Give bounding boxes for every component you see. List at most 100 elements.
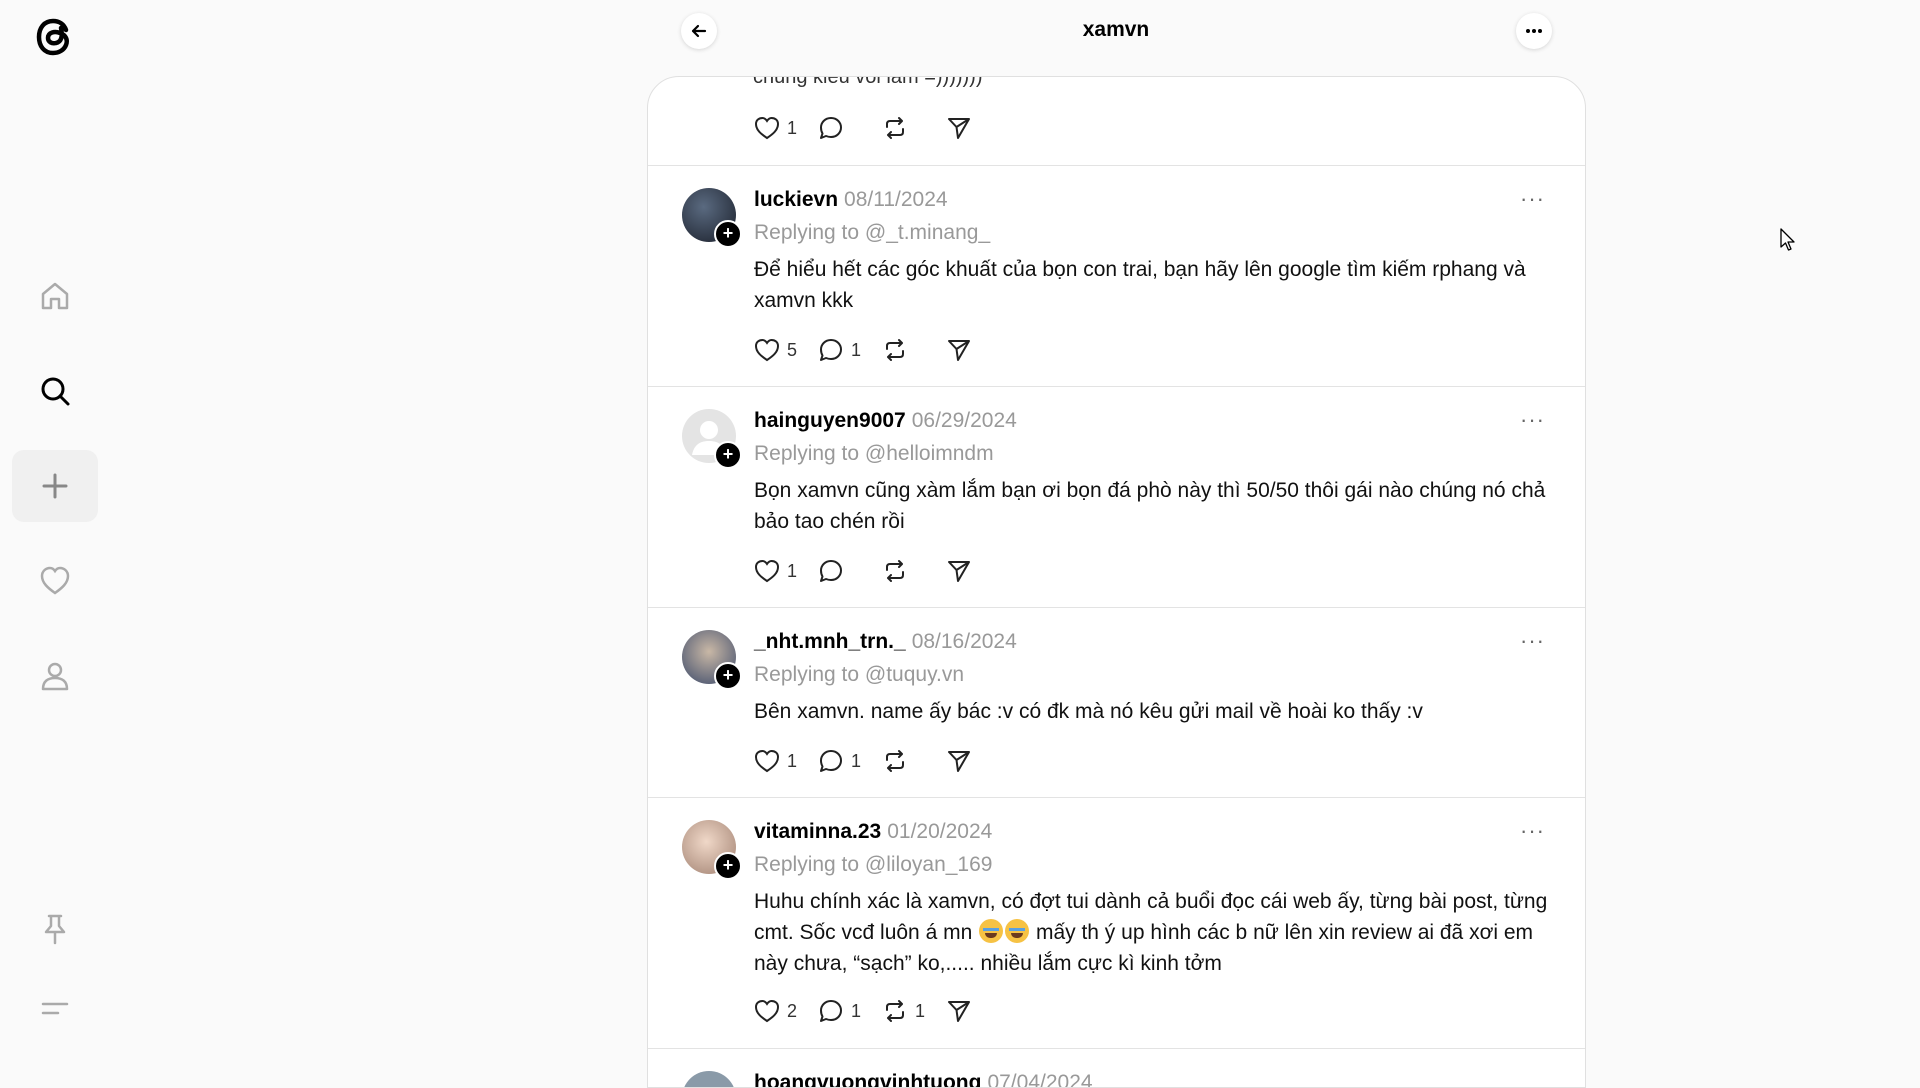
mouse-cursor-icon (1780, 228, 1795, 251)
like-count: 5 (787, 339, 798, 360)
post-text: chung kieu voi lam =))))))) (753, 76, 983, 88)
reply-post: hoangvuongvinhtuong 07/04/2024 (648, 1049, 1585, 1087)
comment-icon (820, 1000, 843, 1022)
nav-activity[interactable] (12, 545, 98, 617)
like-button[interactable]: 1 (753, 557, 797, 585)
heart-icon (754, 749, 780, 773)
nav-pinned[interactable] (12, 893, 98, 965)
username[interactable]: luckievn (754, 188, 838, 211)
reply-button[interactable]: 1 (817, 997, 861, 1025)
repost-count: 1 (915, 1000, 926, 1021)
post-text: Bên xamvn. name ấy bác :v có đk mà nó kê… (754, 700, 1423, 723)
send-icon (948, 561, 971, 582)
plus-icon (42, 473, 68, 499)
home-icon (41, 282, 69, 310)
post-actions: 1 (753, 556, 993, 586)
more-icon (1526, 29, 1542, 33)
follow-plus-icon[interactable]: + (714, 662, 742, 690)
post-text: Để hiểu hết các góc khuất của bọn con tr… (754, 258, 1526, 312)
send-icon (948, 340, 971, 361)
search-icon (41, 377, 70, 406)
repost-button[interactable] (881, 336, 925, 364)
reply-button[interactable] (817, 557, 861, 585)
reply-button[interactable] (817, 114, 861, 142)
nav-menu[interactable] (12, 973, 98, 1045)
replying-to[interactable]: Replying to @_t.minang_ (754, 221, 990, 245)
post-more-icon[interactable]: ··· (1520, 818, 1545, 844)
heart-icon (754, 338, 780, 362)
repost-icon (886, 560, 905, 582)
replying-to[interactable]: Replying to @helloimndm (754, 442, 994, 466)
replying-to[interactable]: Replying to @liloyan_169 (754, 853, 992, 877)
crying-emoji-icon (979, 919, 1004, 943)
post-more-icon[interactable]: ··· (1520, 407, 1545, 433)
heart-icon (754, 116, 780, 140)
comment-icon (820, 339, 843, 361)
share-button[interactable] (945, 747, 973, 775)
repost-button[interactable] (881, 747, 925, 775)
post-actions: 1 (753, 113, 993, 143)
sidebar-nav (0, 0, 110, 1080)
reply-count: 1 (851, 1000, 862, 1021)
like-count: 1 (787, 117, 798, 138)
post-more-icon[interactable]: ··· (1520, 186, 1545, 212)
send-icon (948, 118, 971, 139)
like-button[interactable]: 1 (753, 747, 797, 775)
replies-feed: chung kieu voi lam =))))))) 1 + luckievn… (647, 76, 1586, 1088)
nav-profile[interactable] (12, 640, 98, 712)
username[interactable]: vitaminna.23 (754, 820, 881, 843)
like-count: 1 (787, 560, 798, 581)
pin-icon (44, 914, 66, 945)
more-options-button[interactable] (1516, 13, 1552, 49)
post-date: 08/16/2024 (911, 630, 1017, 653)
reply-post: + _nht.mnh_trn._ 08/16/2024 ··· Replying … (648, 608, 1585, 797)
send-icon (948, 1001, 971, 1022)
share-button[interactable] (945, 114, 973, 142)
follow-plus-icon[interactable]: + (714, 852, 742, 880)
comment-icon (820, 750, 843, 772)
replying-to[interactable]: Replying to @tuquy.vn (754, 663, 964, 687)
send-icon (948, 751, 971, 772)
share-button[interactable] (945, 997, 973, 1025)
share-button[interactable] (945, 557, 973, 585)
repost-icon (886, 339, 905, 361)
reply-button[interactable]: 1 (817, 747, 861, 775)
reply-post: + luckievn 08/11/2024 ··· Replying to @_t… (648, 166, 1585, 386)
reply-post: + hainguyen9007 06/29/2024 ··· Replying t… (648, 387, 1585, 607)
comment-icon (820, 117, 843, 139)
repost-button[interactable] (881, 114, 925, 142)
heart-icon (40, 566, 70, 595)
heart-icon (754, 999, 780, 1023)
username[interactable]: hainguyen9007 (754, 409, 906, 432)
like-button[interactable]: 2 (753, 997, 797, 1025)
repost-icon (886, 117, 905, 139)
repost-button[interactable]: 1 (881, 997, 925, 1025)
profile-icon (41, 662, 69, 691)
nav-create[interactable] (12, 450, 98, 522)
username[interactable]: _nht.mnh_trn._ (754, 630, 906, 653)
nav-search[interactable] (12, 355, 98, 427)
reply-button[interactable]: 1 (817, 336, 861, 364)
post-text: Bọn xamvn cũng xàm lắm bạn ơi bọn đá phò… (754, 479, 1546, 533)
threads-logo-icon[interactable] (26, 8, 82, 64)
back-button[interactable] (681, 13, 717, 49)
heart-icon (754, 559, 780, 583)
post-date: 01/20/2024 (887, 820, 993, 843)
like-button[interactable]: 5 (753, 336, 797, 364)
nav-home[interactable] (12, 260, 98, 332)
post-text: Huhu chính xác là xamvn, có đợt tui dành… (754, 890, 1548, 975)
reply-count: 1 (851, 339, 862, 360)
like-button[interactable]: 1 (753, 114, 797, 142)
post-actions: 1 1 (753, 746, 993, 776)
repost-icon (886, 1000, 905, 1022)
share-button[interactable] (945, 336, 973, 364)
like-count: 1 (787, 750, 798, 771)
reply-count: 1 (851, 750, 862, 771)
follow-plus-icon[interactable]: + (714, 220, 742, 248)
repost-icon (886, 750, 905, 772)
arrow-left-icon (691, 24, 707, 38)
repost-button[interactable] (881, 557, 925, 585)
page-title: xamvn (1082, 18, 1150, 41)
post-more-icon[interactable]: ··· (1520, 628, 1545, 654)
follow-plus-icon[interactable]: + (714, 441, 742, 469)
